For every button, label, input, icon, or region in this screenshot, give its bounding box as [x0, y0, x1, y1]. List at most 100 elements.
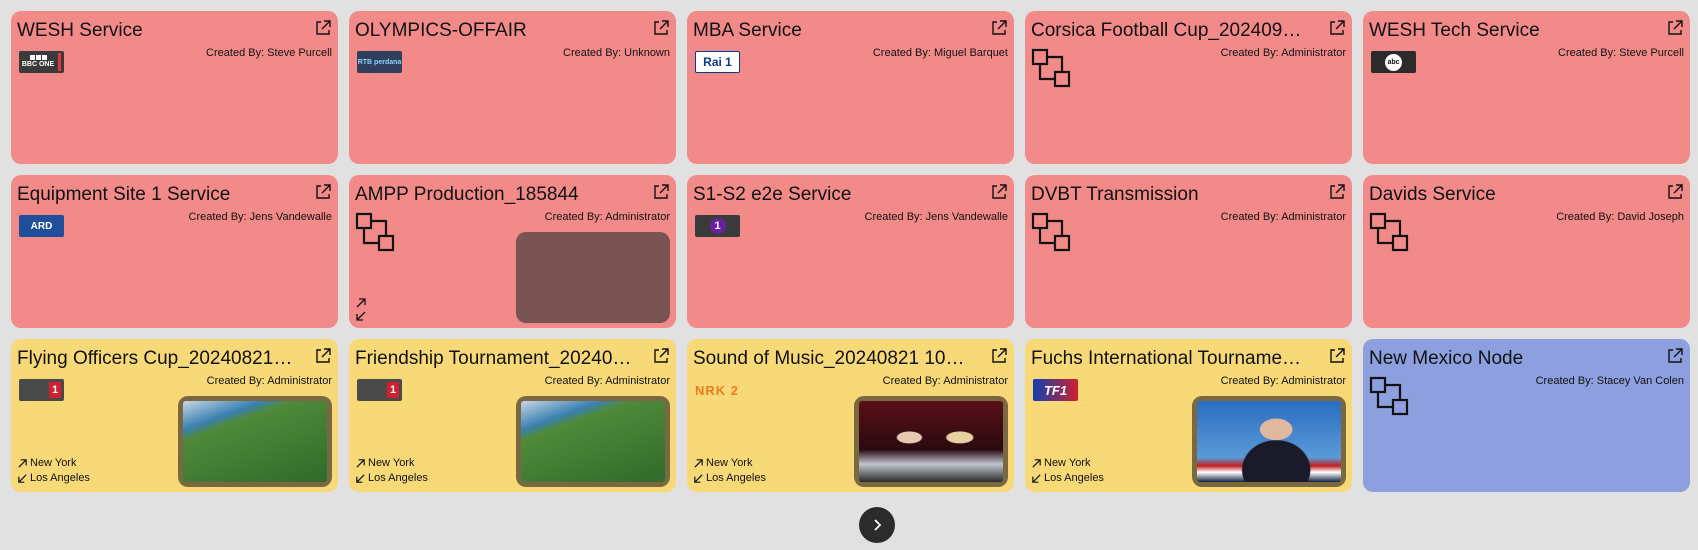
- service-card[interactable]: WESH Tech Service Created By: Steve Purc…: [1363, 11, 1690, 164]
- arrow-down-left-icon: [355, 473, 366, 484]
- channel-logo-text: 1: [709, 218, 726, 234]
- route-to: Los Angeles: [1031, 471, 1104, 486]
- created-by: Created By: Jens Vandewalle: [188, 211, 333, 223]
- route-to-label: Los Angeles: [1044, 472, 1104, 484]
- route-list: New York Los Angeles: [355, 456, 428, 486]
- open-in-new-window-icon[interactable]: [314, 19, 332, 37]
- card-title: OLYMPICS-OFFAIR: [355, 20, 527, 41]
- channel-logo-text: TF1: [1043, 382, 1068, 398]
- channel-logo: 1: [695, 215, 740, 237]
- channel-logo: BBC ONE: [19, 51, 64, 73]
- card-title: New Mexico Node: [1369, 348, 1524, 369]
- route-list: New York Los Angeles: [693, 456, 766, 486]
- created-by: Created By: Administrator: [1220, 375, 1346, 387]
- open-in-new-window-icon[interactable]: [1666, 19, 1684, 37]
- channel-logo-text: Rai 1: [703, 55, 732, 69]
- service-card[interactable]: WESH Service Created By: Steve Purcell B…: [11, 11, 338, 164]
- created-by: Created By: Administrator: [1220, 47, 1346, 59]
- created-by: Created By: Steve Purcell: [206, 47, 332, 59]
- service-card[interactable]: Fuchs International Tournament_20... Cre…: [1025, 339, 1352, 492]
- service-card[interactable]: AMPP Production_185844 Created By: Admin…: [349, 175, 676, 328]
- channel-logo: NRK 2: [695, 379, 740, 401]
- route-list: New York Los Angeles: [1031, 456, 1104, 486]
- soccer-thumbnail: [521, 401, 665, 482]
- channel-logo-text: NRK 2: [695, 382, 740, 398]
- service-card[interactable]: MBA Service Created By: Miguel Barquet R…: [687, 11, 1014, 164]
- card-title: MBA Service: [693, 20, 802, 41]
- service-card[interactable]: Corsica Football Cup_20240913 02... Crea…: [1025, 11, 1352, 164]
- open-in-new-window-icon[interactable]: [652, 19, 670, 37]
- video-preview[interactable]: [178, 396, 332, 487]
- route-from: New York: [355, 456, 428, 471]
- open-in-new-window-icon[interactable]: [652, 347, 670, 365]
- card-title: Sound of Music_20240821 100043: [693, 348, 973, 369]
- service-card[interactable]: DVBT Transmission Created By: Administra…: [1025, 175, 1352, 328]
- open-in-new-window-icon[interactable]: [990, 183, 1008, 201]
- open-in-new-window-icon[interactable]: [1328, 183, 1346, 201]
- route-from-label: New York: [30, 457, 77, 469]
- card-title: S1-S2 e2e Service: [693, 184, 852, 205]
- service-card[interactable]: Sound of Music_20240821 100043 Created B…: [687, 339, 1014, 492]
- service-card[interactable]: Davids Service Created By: David Joseph: [1363, 175, 1690, 328]
- open-in-new-window-icon[interactable]: [652, 183, 670, 201]
- route-to: Los Angeles: [355, 471, 428, 486]
- open-in-new-window-icon[interactable]: [1328, 347, 1346, 365]
- arrow-up-right-icon: [1031, 458, 1042, 469]
- video-preview[interactable]: [516, 232, 670, 323]
- service-card[interactable]: Equipment Site 1 Service Created By: Jen…: [11, 175, 338, 328]
- card-title: WESH Tech Service: [1369, 20, 1540, 41]
- open-in-new-window-icon[interactable]: [1666, 183, 1684, 201]
- arrow-up-right-icon: [693, 458, 704, 469]
- card-title: Friendship Tournament_20240815 ...: [355, 348, 635, 369]
- route-from: New York: [17, 456, 90, 471]
- route-from-label: New York: [368, 457, 415, 469]
- card-title: Flying Officers Cup_20240821 100...: [17, 348, 297, 369]
- service-card[interactable]: S1-S2 e2e Service Created By: Jens Vande…: [687, 175, 1014, 328]
- open-in-new-window-icon[interactable]: [314, 347, 332, 365]
- service-card[interactable]: Friendship Tournament_20240815 ... Creat…: [349, 339, 676, 492]
- node-card[interactable]: New Mexico Node Created By: Stacey Van C…: [1363, 339, 1690, 492]
- created-by: Created By: Administrator: [882, 375, 1008, 387]
- created-by: Created By: Administrator: [544, 211, 670, 223]
- service-card-grid: WESH Service Created By: Steve Purcell B…: [11, 11, 1690, 492]
- route-list: New York Los Angeles: [17, 456, 90, 486]
- video-preview[interactable]: [1192, 396, 1346, 487]
- arrow-down-left-icon: [17, 473, 28, 484]
- route-from-label: New York: [1044, 457, 1091, 469]
- open-in-new-window-icon[interactable]: [1328, 19, 1346, 37]
- channel-logo-text: 1: [387, 382, 399, 398]
- created-by: Created By: Unknown: [563, 47, 670, 59]
- created-by: Created By: David Joseph: [1556, 211, 1684, 223]
- route-to: Los Angeles: [693, 471, 766, 486]
- arrow-down-left-icon: [1031, 473, 1042, 484]
- talk-show-thumbnail: [859, 401, 1003, 482]
- service-card[interactable]: OLYMPICS-OFFAIR Created By: Unknown RTB …: [349, 11, 676, 164]
- card-title: DVBT Transmission: [1031, 184, 1199, 205]
- route-to: Los Angeles: [17, 471, 90, 486]
- video-preview[interactable]: [516, 396, 670, 487]
- open-in-new-window-icon[interactable]: [990, 19, 1008, 37]
- created-by: Created By: Jens Vandewalle: [864, 211, 1009, 223]
- service-card[interactable]: Flying Officers Cup_20240821 100... Crea…: [11, 339, 338, 492]
- arrow-down-left-icon: [693, 473, 704, 484]
- card-title: Fuchs International Tournament_20...: [1031, 348, 1311, 369]
- next-page-button[interactable]: [859, 507, 895, 543]
- card-title: Equipment Site 1 Service: [17, 184, 231, 205]
- open-in-new-window-icon[interactable]: [1666, 347, 1684, 365]
- created-by: Created By: Miguel Barquet: [872, 47, 1008, 59]
- video-preview[interactable]: [854, 396, 1008, 487]
- open-in-new-window-icon[interactable]: [990, 347, 1008, 365]
- arrow-up-right-icon: [355, 458, 366, 469]
- channel-logo-text: abc: [1385, 53, 1402, 71]
- open-in-new-window-icon[interactable]: [314, 183, 332, 201]
- channel-logo: TF1: [1033, 379, 1078, 401]
- card-title: Corsica Football Cup_20240913 02...: [1031, 20, 1311, 41]
- created-by: Created By: Steve Purcell: [1558, 47, 1684, 59]
- created-by: Created By: Administrator: [544, 375, 670, 387]
- created-by: Created By: Administrator: [1220, 211, 1346, 223]
- channel-logo: 1: [19, 379, 64, 401]
- card-title: Davids Service: [1369, 184, 1496, 205]
- route-from: New York: [693, 456, 766, 471]
- created-by: Created By: Administrator: [206, 375, 332, 387]
- route-arrows-icon: [356, 298, 366, 321]
